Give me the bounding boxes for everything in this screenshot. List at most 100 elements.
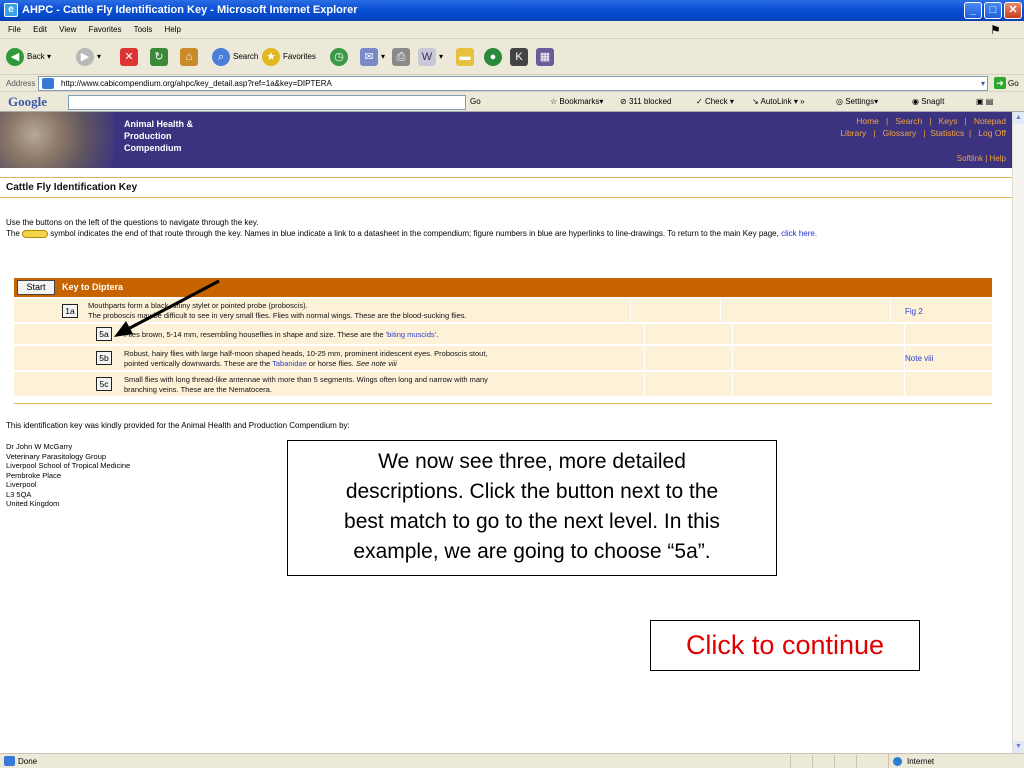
menu-view[interactable]: View bbox=[59, 25, 76, 34]
key-row-1a: 1a Mouthparts form a black, shiny stylet… bbox=[14, 298, 992, 322]
header-nav-row1[interactable]: Home | Search | Keys | Notepad bbox=[840, 115, 1006, 127]
toolbar: ◀ Back ▾ ▶ ▾ ✕ ↻ ⌂ ⌕ Search ★ Favorites ◷ ✉ ▾… bbox=[0, 39, 1024, 75]
page-done-icon bbox=[4, 756, 15, 766]
ie-icon: e bbox=[4, 3, 18, 17]
search-icon: ⌕ bbox=[212, 47, 230, 66]
history-icon: ◷ bbox=[330, 47, 348, 66]
author-address: Dr John W McGarry Veterinary Parasitolog… bbox=[6, 442, 131, 508]
menu-edit[interactable]: Edit bbox=[33, 25, 47, 34]
forward-arrow-icon: ▶ bbox=[76, 47, 94, 66]
address-label: Address bbox=[6, 79, 36, 88]
back-button[interactable]: ◀ Back ▾ bbox=[6, 47, 51, 67]
favorites-star-icon: ★ bbox=[262, 47, 280, 66]
home-button[interactable]: ⌂ bbox=[180, 47, 201, 67]
divider bbox=[14, 403, 992, 404]
research-icon: K bbox=[510, 47, 528, 66]
start-button[interactable]: Start bbox=[17, 280, 55, 295]
toolbar-extra-button[interactable]: ▦ bbox=[536, 47, 557, 67]
key-text-5b: Robust, hairy flies with large half-moon… bbox=[124, 349, 488, 368]
spellcheck-button[interactable]: ✓ Check ▾ bbox=[696, 92, 734, 112]
page-icon bbox=[42, 78, 54, 89]
vertical-scrollbar[interactable]: ▲ ▼ bbox=[1012, 112, 1024, 753]
biting-muscids-link[interactable]: 'biting muscids' bbox=[386, 330, 436, 339]
header-nav-row2[interactable]: Library | Glossary | Statistics | Log Of… bbox=[840, 127, 1006, 139]
menu-help[interactable]: Help bbox=[165, 25, 181, 34]
key-text-5a: Flies brown, 5-14 mm, resembling housefl… bbox=[124, 330, 439, 339]
menu-file[interactable]: File bbox=[8, 25, 21, 34]
address-input[interactable]: http://www.cabicompendium.org/ahpc/key_d… bbox=[38, 76, 988, 91]
home-icon: ⌂ bbox=[180, 47, 198, 66]
google-logo[interactable]: Google bbox=[8, 92, 47, 112]
favorites-button[interactable]: ★ Favorites bbox=[262, 47, 316, 67]
edit-icon: W bbox=[418, 47, 436, 66]
key-text-1a: Mouthparts form a black, shiny stylet or… bbox=[88, 301, 467, 320]
toolbar-extra-icon: ▦ bbox=[536, 47, 554, 66]
softlink-help-links[interactable]: Softlink | Help bbox=[957, 154, 1006, 163]
mail-icon: ✉ bbox=[360, 47, 378, 66]
research-button[interactable]: K bbox=[510, 47, 531, 67]
minimize-button[interactable]: _ bbox=[964, 2, 982, 19]
security-zone: Internet bbox=[888, 754, 1018, 768]
browser-window: e AHPC - Cattle Fly Identification Key -… bbox=[0, 0, 1024, 768]
status-bar: Done Internet bbox=[0, 753, 1024, 768]
snagit-capture-icon[interactable]: ▣ ▤ bbox=[976, 92, 993, 112]
key-row-5b: 5b Robust, hairy flies with large half-m… bbox=[14, 345, 992, 370]
note-link[interactable]: Note viii bbox=[905, 354, 933, 363]
site-title: Animal Health & Production Compendium bbox=[124, 119, 194, 153]
address-bar: Address http://www.cabicompendium.org/ah… bbox=[0, 75, 1024, 92]
header-nav: Home | Search | Keys | Notepad Library |… bbox=[840, 115, 1006, 139]
autolink-button[interactable]: ↘ AutoLink ▾ » bbox=[752, 92, 805, 112]
key-text-5c: Small flies with long thread-like antenn… bbox=[124, 375, 488, 394]
messenger-icon: ● bbox=[484, 47, 502, 66]
continue-button[interactable]: Click to continue bbox=[650, 620, 920, 671]
header-photo bbox=[0, 112, 114, 168]
search-button[interactable]: ⌕ Search bbox=[212, 47, 258, 67]
address-dropdown-icon[interactable]: ▾ bbox=[981, 77, 985, 90]
refresh-button[interactable]: ↻ bbox=[150, 47, 171, 67]
key-title: Key to Diptera bbox=[62, 282, 124, 292]
google-go-button[interactable]: Go bbox=[470, 92, 481, 112]
divider bbox=[0, 177, 1012, 178]
status-text: Done bbox=[18, 757, 38, 766]
popup-blocker[interactable]: ⊘ 311 blocked bbox=[620, 92, 672, 112]
key-button-5b[interactable]: 5b bbox=[96, 351, 112, 365]
maximize-button[interactable]: □ bbox=[984, 2, 1002, 19]
print-button[interactable]: ⎙ bbox=[392, 47, 413, 67]
internet-globe-icon bbox=[893, 757, 902, 766]
scroll-down-icon[interactable]: ▼ bbox=[1013, 741, 1024, 753]
main-key-link[interactable]: click here. bbox=[781, 229, 817, 238]
window-title: AHPC - Cattle Fly Identification Key - M… bbox=[22, 4, 358, 16]
menu-favorites[interactable]: Favorites bbox=[89, 25, 122, 34]
go-arrow-icon: ➜ bbox=[994, 77, 1006, 89]
scroll-up-icon[interactable]: ▲ bbox=[1013, 112, 1024, 124]
key-button-5a[interactable]: 5a bbox=[96, 327, 112, 341]
credit-text: This identification key was kindly provi… bbox=[6, 421, 350, 430]
go-button[interactable]: ➜ Go bbox=[994, 76, 1022, 91]
stop-button[interactable]: ✕ bbox=[120, 47, 141, 67]
menu-tools[interactable]: Tools bbox=[134, 25, 153, 34]
back-arrow-icon: ◀ bbox=[6, 47, 24, 66]
folder-icon: ▬ bbox=[456, 47, 474, 66]
settings-button[interactable]: ◎ Settings▾ bbox=[836, 92, 878, 112]
intro-text: Use the buttons on the left of the quest… bbox=[6, 218, 818, 238]
bookmarks-button[interactable]: ☆ Bookmarks▾ bbox=[550, 92, 603, 112]
divider bbox=[0, 197, 1012, 198]
site-header: Animal Health & Production Compendium Ho… bbox=[0, 112, 1012, 168]
refresh-icon: ↻ bbox=[150, 47, 168, 66]
google-toolbar: Google Go ☆ Bookmarks▾ ⊘ 311 blocked ✓ C… bbox=[0, 92, 1024, 112]
key-button-1a[interactable]: 1a bbox=[62, 304, 78, 318]
key-button-5c[interactable]: 5c bbox=[96, 377, 112, 391]
page-content: Animal Health & Production Compendium Ho… bbox=[0, 112, 1012, 753]
edit-button[interactable]: W ▾ bbox=[418, 47, 443, 67]
fig-link[interactable]: Fig 2 bbox=[905, 307, 923, 316]
messenger-button[interactable]: ● bbox=[484, 47, 505, 67]
folder-button[interactable]: ▬ bbox=[456, 47, 477, 67]
mail-button[interactable]: ✉ ▾ bbox=[360, 47, 385, 67]
windows-logo-icon: ⚑ bbox=[990, 23, 1001, 37]
close-button[interactable]: ✕ bbox=[1004, 2, 1022, 19]
forward-button[interactable]: ▶ ▾ bbox=[76, 47, 101, 67]
google-search-input[interactable] bbox=[68, 95, 466, 110]
snagit-button[interactable]: ◉ SnagIt bbox=[912, 92, 944, 112]
history-button[interactable]: ◷ bbox=[330, 47, 351, 67]
tabanidae-link[interactable]: Tabanidae bbox=[272, 359, 307, 368]
